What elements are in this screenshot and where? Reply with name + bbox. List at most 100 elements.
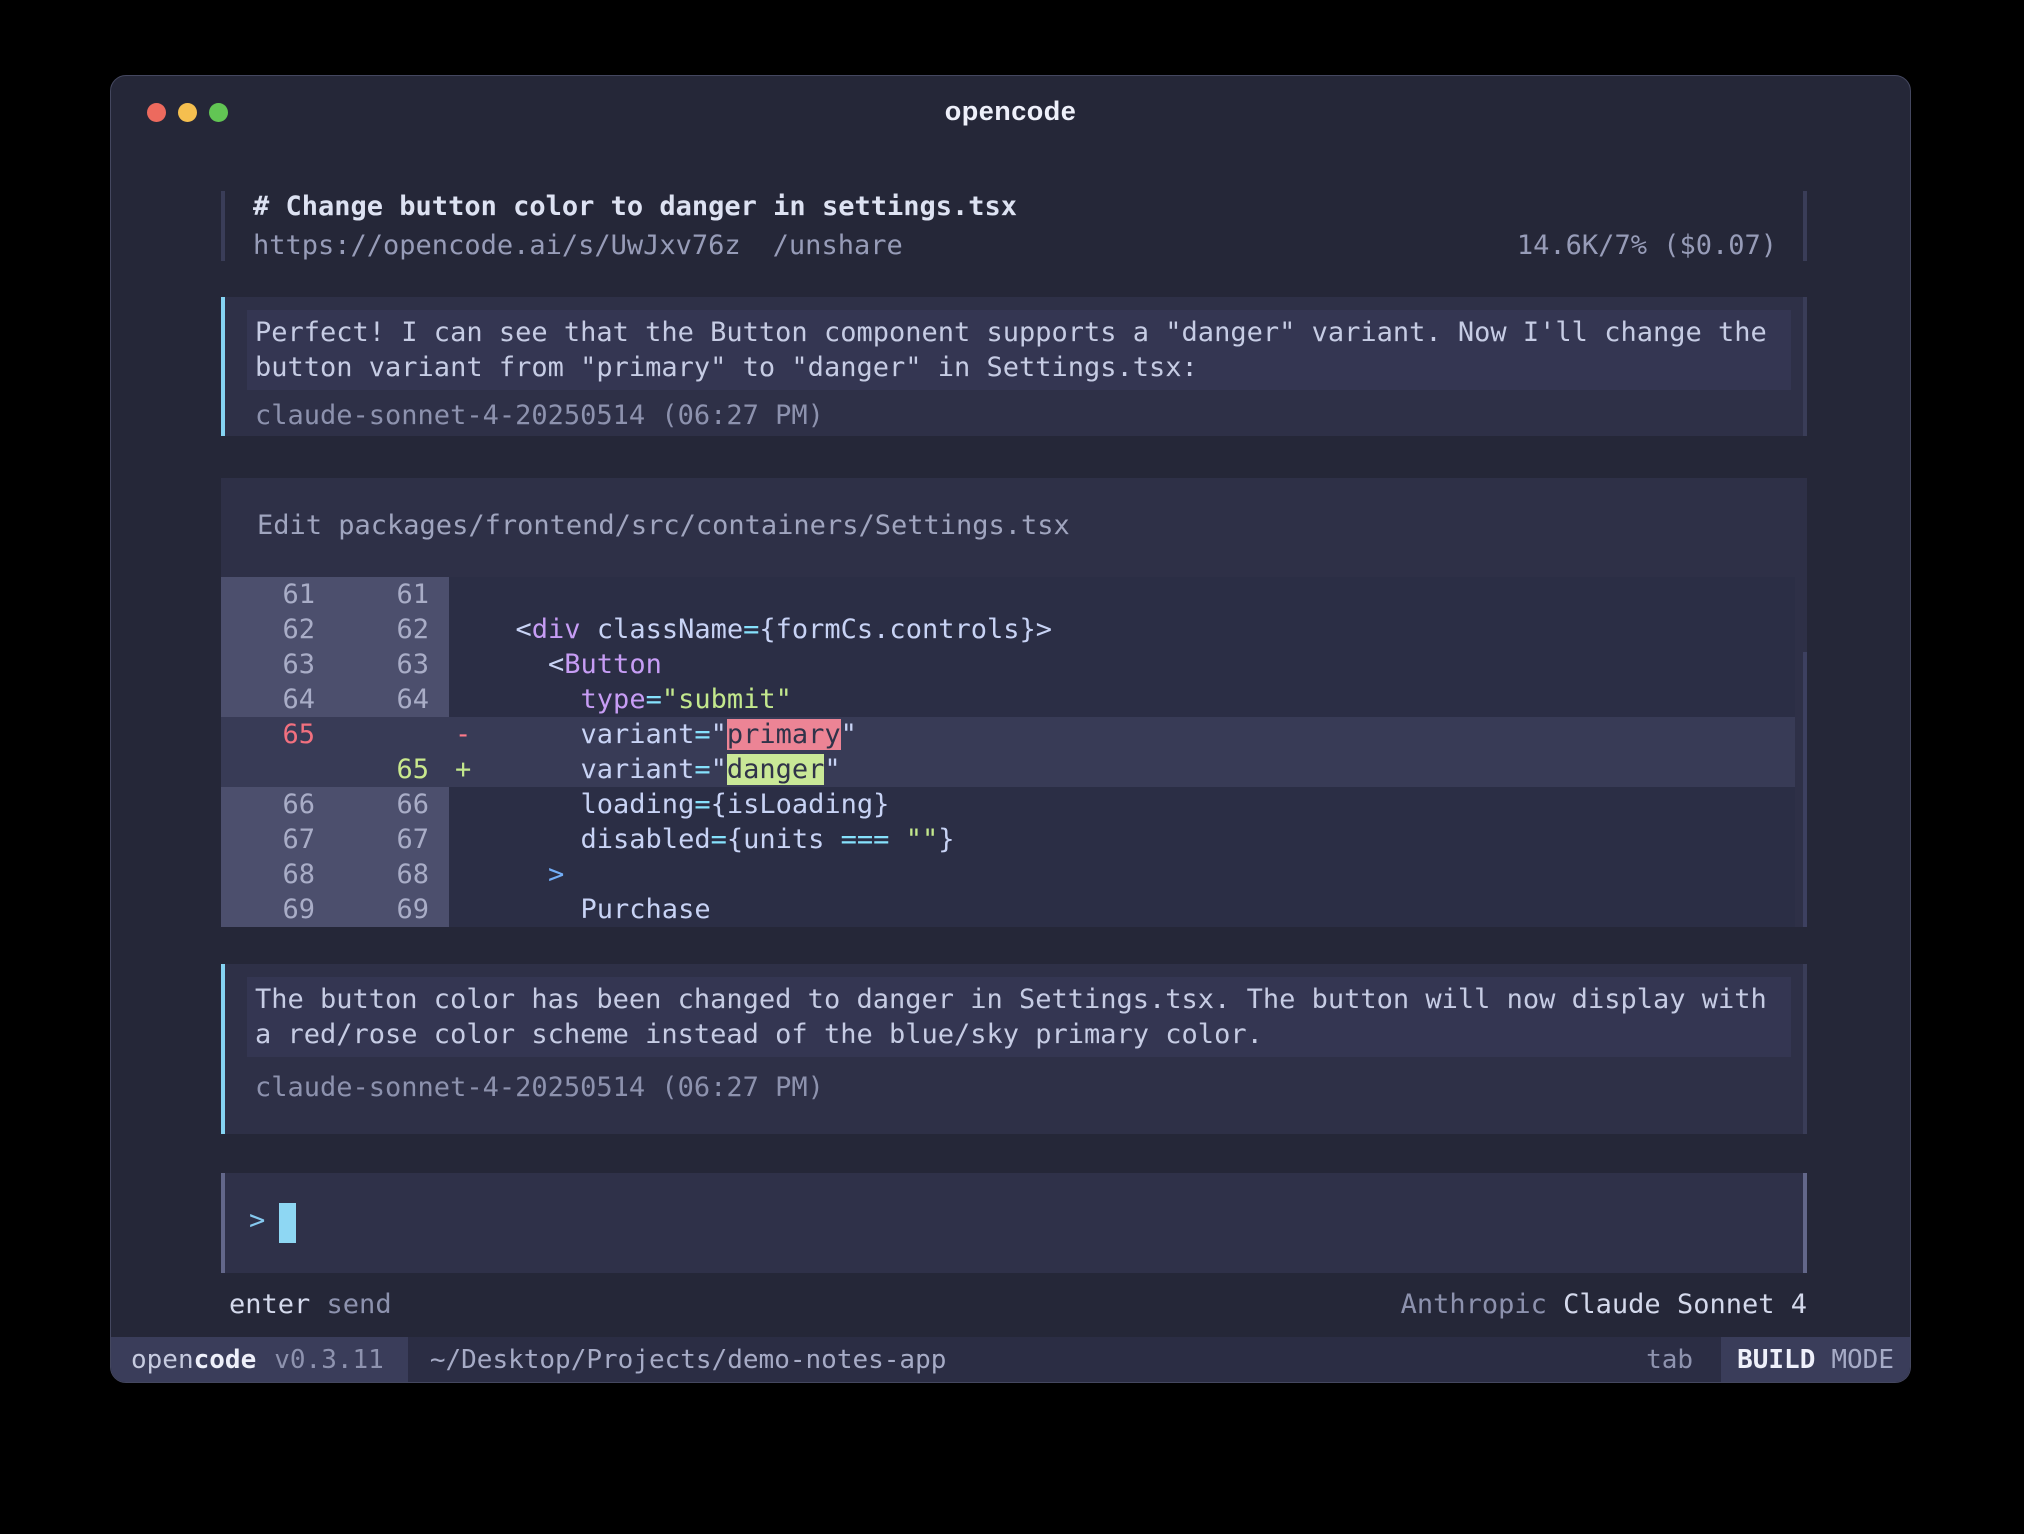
code-line: disabled={units === ""} bbox=[483, 822, 1795, 857]
diff-view: 61616262 <div className={formCs.controls… bbox=[221, 577, 1795, 927]
message-accent-border bbox=[221, 964, 225, 1134]
diff-row-removed: 65- variant="primary" bbox=[221, 717, 1795, 752]
diff-row-context: 6464 type="submit" bbox=[221, 682, 1795, 717]
app-name-code: code bbox=[194, 1345, 257, 1375]
message-text: The button color has been changed to dan… bbox=[247, 977, 1791, 1057]
token-usage-cost: 14.6K/7% ($0.07) bbox=[1517, 230, 1777, 261]
message-line: Perfect! I can see that the Button compo… bbox=[255, 315, 1783, 350]
new-line-number: 61 bbox=[335, 577, 449, 612]
diff-marker bbox=[449, 682, 483, 717]
diff-marker bbox=[449, 577, 483, 612]
old-line-number: 61 bbox=[221, 577, 335, 612]
edit-tool-card: Edit packages/frontend/src/containers/Se… bbox=[221, 478, 1807, 927]
code-line: variant="danger" bbox=[483, 752, 1795, 787]
new-line-number: 69 bbox=[335, 892, 449, 927]
message-text: Perfect! I can see that the Button compo… bbox=[247, 310, 1791, 390]
diff-row-context: 6363 <Button bbox=[221, 647, 1795, 682]
message-accent-border bbox=[221, 297, 225, 436]
code-line: > bbox=[483, 857, 1795, 892]
desktop-background: opencode # Change button color to danger… bbox=[0, 0, 2024, 1534]
old-line-number: 64 bbox=[221, 682, 335, 717]
message-right-border bbox=[1803, 964, 1807, 1134]
model-timestamp: claude-sonnet-4-20250514 (06:27 PM) bbox=[255, 398, 824, 433]
code-line bbox=[483, 577, 1795, 612]
diff-marker bbox=[449, 892, 483, 927]
new-line-number: 64 bbox=[335, 682, 449, 717]
text-cursor bbox=[279, 1203, 296, 1243]
send-hint: enter send bbox=[229, 1289, 392, 1320]
prompt-chevron: > bbox=[249, 1205, 265, 1236]
code-line: type="submit" bbox=[483, 682, 1795, 717]
diff-row-added: 65+ variant="danger" bbox=[221, 752, 1795, 787]
new-line-number: 68 bbox=[335, 857, 449, 892]
old-line-number: 63 bbox=[221, 647, 335, 682]
diff-row-context: 6666 loading={isLoading} bbox=[221, 787, 1795, 822]
diff-marker bbox=[449, 647, 483, 682]
working-directory: ~/Desktop/Projects/demo-notes-app bbox=[430, 1345, 1646, 1375]
diff-row-context: 6262 <div className={formCs.controls}> bbox=[221, 612, 1795, 647]
diff-row-context: 6767 disabled={units === ""} bbox=[221, 822, 1795, 857]
old-line-number: 67 bbox=[221, 822, 335, 857]
old-line-number: 66 bbox=[221, 787, 335, 822]
old-line-number: 68 bbox=[221, 857, 335, 892]
app-version-chip: opencode v0.3.11 bbox=[111, 1337, 408, 1382]
share-url[interactable]: https://opencode.ai/s/UwJxv76z bbox=[253, 230, 741, 261]
provider-label: Anthropic bbox=[1401, 1289, 1547, 1320]
diff-marker bbox=[449, 612, 483, 647]
enter-key-label: enter bbox=[229, 1289, 310, 1320]
share-url-row: https://opencode.ai/s/UwJxv76z/unshare bbox=[253, 230, 903, 261]
code-line: variant="primary" bbox=[483, 717, 1795, 752]
diff-marker: + bbox=[449, 752, 483, 787]
new-line-number: 63 bbox=[335, 647, 449, 682]
model-timestamp: claude-sonnet-4-20250514 (06:27 PM) bbox=[255, 1070, 824, 1105]
diff-row-context: 6868 > bbox=[221, 857, 1795, 892]
diff-row-context: 6161 bbox=[221, 577, 1795, 612]
edit-file-path: Edit packages/frontend/src/containers/Se… bbox=[257, 510, 1070, 541]
input-left-border bbox=[221, 1173, 225, 1273]
assistant-message: The button color has been changed to dan… bbox=[221, 964, 1807, 1134]
hint-row: enter send Anthropic Claude Sonnet 4 bbox=[221, 1289, 1807, 1329]
prompt-input[interactable]: > bbox=[221, 1173, 1807, 1273]
new-line-number bbox=[335, 717, 449, 752]
old-line-number bbox=[221, 752, 335, 787]
new-line-number: 65 bbox=[335, 752, 449, 787]
code-line: Purchase bbox=[483, 892, 1795, 927]
diff-marker bbox=[449, 822, 483, 857]
old-line-number: 65 bbox=[221, 717, 335, 752]
mode-build-label: BUILD bbox=[1737, 1345, 1815, 1375]
tab-key-hint: tab bbox=[1646, 1345, 1693, 1375]
opencode-window: opencode # Change button color to danger… bbox=[110, 75, 1911, 1383]
title-bar[interactable]: opencode bbox=[111, 76, 1910, 140]
status-bar: opencode v0.3.11 ~/Desktop/Projects/demo… bbox=[111, 1337, 1910, 1382]
app-name-open: open bbox=[131, 1345, 194, 1375]
code-line: loading={isLoading} bbox=[483, 787, 1795, 822]
unshare-command[interactable]: /unshare bbox=[773, 230, 903, 261]
window-title: opencode bbox=[111, 96, 1910, 127]
input-right-border bbox=[1803, 1173, 1807, 1273]
session-title: # Change button color to danger in setti… bbox=[253, 191, 1017, 222]
message-line: The button color has been changed to dan… bbox=[255, 982, 1783, 1017]
header-right-border bbox=[1803, 191, 1807, 261]
model-label: Claude Sonnet 4 bbox=[1563, 1289, 1807, 1320]
old-line-number: 62 bbox=[221, 612, 335, 647]
header-left-border bbox=[221, 191, 225, 261]
diff-scrollbar[interactable] bbox=[1803, 652, 1807, 927]
code-line: <Button bbox=[483, 647, 1795, 682]
message-right-border bbox=[1803, 297, 1807, 436]
mode-mode-label: MODE bbox=[1831, 1345, 1894, 1375]
session-header: # Change button color to danger in setti… bbox=[221, 191, 1807, 261]
mode-chip[interactable]: BUILD MODE bbox=[1721, 1337, 1910, 1382]
new-line-number: 67 bbox=[335, 822, 449, 857]
diff-row-context: 6969 Purchase bbox=[221, 892, 1795, 927]
model-indicator[interactable]: Anthropic Claude Sonnet 4 bbox=[1401, 1289, 1807, 1320]
message-line: button variant from "primary" to "danger… bbox=[255, 350, 1783, 385]
old-line-number: 69 bbox=[221, 892, 335, 927]
message-line: a red/rose color scheme instead of the b… bbox=[255, 1017, 1783, 1052]
new-line-number: 62 bbox=[335, 612, 449, 647]
new-line-number: 66 bbox=[335, 787, 449, 822]
diff-marker bbox=[449, 787, 483, 822]
send-label: send bbox=[327, 1289, 392, 1320]
assistant-message: Perfect! I can see that the Button compo… bbox=[221, 297, 1807, 436]
diff-marker bbox=[449, 857, 483, 892]
code-line: <div className={formCs.controls}> bbox=[483, 612, 1795, 647]
